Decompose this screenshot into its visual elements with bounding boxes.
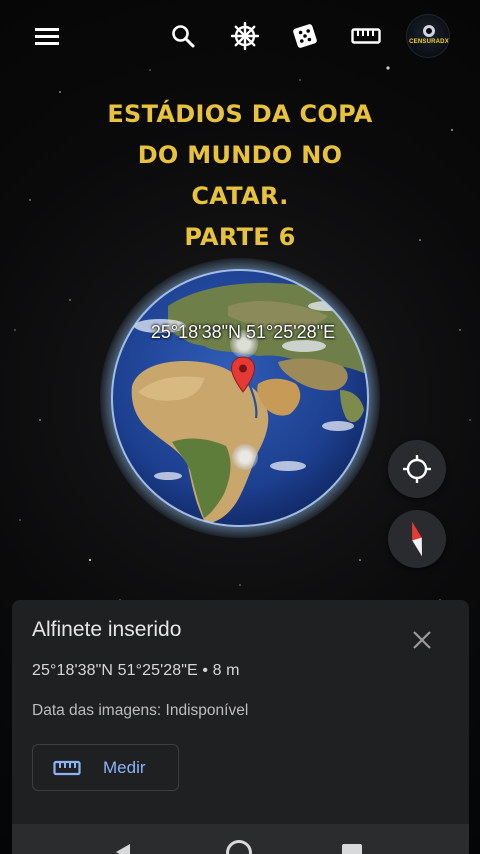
earth-globe[interactable] bbox=[100, 258, 380, 538]
title-line: CATAR. bbox=[191, 182, 289, 210]
close-button[interactable] bbox=[408, 626, 436, 654]
ruler-icon bbox=[53, 760, 81, 776]
feeling-lucky-button[interactable] bbox=[283, 14, 327, 58]
location-pin-icon[interactable] bbox=[230, 356, 256, 394]
title-line: ESTÁDIOS DA COPA bbox=[107, 100, 373, 128]
search-icon bbox=[172, 25, 195, 48]
highlight-dot bbox=[232, 444, 258, 470]
voyager-button[interactable] bbox=[223, 14, 267, 58]
compass-button[interactable] bbox=[388, 510, 446, 568]
my-location-icon bbox=[403, 455, 431, 483]
my-location-button[interactable] bbox=[388, 440, 446, 498]
ruler-icon bbox=[351, 28, 381, 44]
placemark-title: Alfinete inserido bbox=[32, 618, 182, 641]
compass-icon bbox=[412, 521, 422, 557]
menu-icon bbox=[35, 28, 59, 45]
back-icon[interactable] bbox=[116, 844, 130, 854]
measure-button[interactable]: Medir bbox=[32, 744, 179, 791]
measure-tool-button[interactable] bbox=[344, 14, 388, 58]
recent-apps-icon[interactable] bbox=[342, 844, 362, 854]
avatar-brand-text: CENSURADX bbox=[409, 39, 449, 45]
dice-icon bbox=[293, 24, 317, 48]
account-avatar[interactable]: CENSURADX bbox=[406, 14, 450, 58]
top-toolbar: CENSURADX bbox=[0, 0, 480, 72]
search-button[interactable] bbox=[161, 14, 205, 58]
title-line: PARTE 6 bbox=[184, 223, 296, 251]
globe-image bbox=[111, 269, 369, 527]
measure-label: Medir bbox=[103, 757, 146, 777]
close-icon bbox=[413, 631, 431, 649]
title-line: DO MUNDO NO bbox=[137, 141, 343, 169]
home-icon[interactable] bbox=[226, 840, 252, 854]
imagery-date: Data das imagens: Indisponível bbox=[32, 702, 249, 719]
camera-lens-icon bbox=[423, 25, 435, 37]
menu-button[interactable] bbox=[25, 14, 69, 58]
voyager-wheel-icon bbox=[231, 22, 259, 50]
video-title-overlay: ESTÁDIOS DA COPA DO MUNDO NO CATAR. PART… bbox=[60, 94, 420, 258]
pin-coordinates-label: 25°18'38"N 51°25'28"E bbox=[150, 322, 336, 342]
placemark-bottom-sheet: Alfinete inserido 25°18'38"N 51°25'28"E … bbox=[12, 600, 469, 830]
system-nav-bar bbox=[12, 824, 469, 854]
placemark-coordinates: 25°18'38"N 51°25'28"E • 8 m bbox=[32, 662, 240, 679]
